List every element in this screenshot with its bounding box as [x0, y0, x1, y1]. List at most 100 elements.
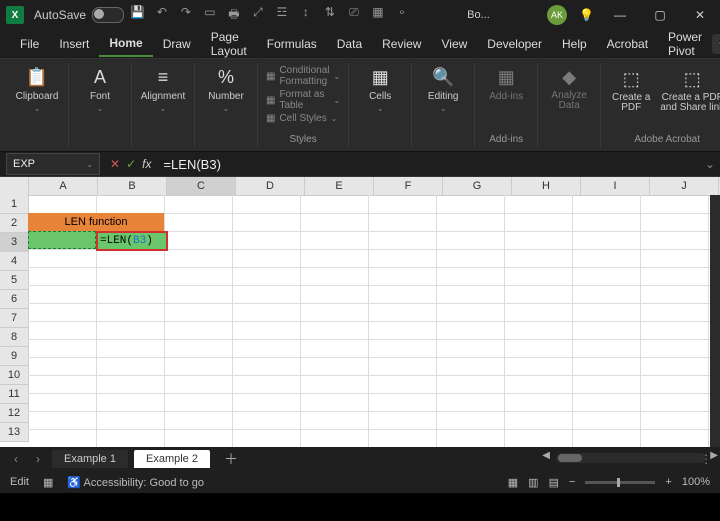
conditional-formatting-button[interactable]: ▦Conditional Formatting ⌄ — [266, 65, 340, 87]
tab-power-pivot[interactable]: Power Pivot — [658, 25, 712, 63]
tab-review[interactable]: Review — [372, 32, 431, 56]
col-header-D[interactable]: D — [236, 177, 305, 196]
row-header[interactable]: 8 — [0, 328, 29, 347]
page-layout-view-button[interactable]: ▥ — [528, 476, 538, 489]
tab-help[interactable]: Help — [552, 32, 597, 56]
close-button[interactable]: ✕ — [686, 5, 714, 25]
zoom-in-button[interactable]: + — [665, 476, 671, 488]
cell-grid[interactable]: LEN function =LEN(B3) — [28, 195, 720, 447]
tab-file[interactable]: File — [10, 32, 49, 56]
qat-icon[interactable]: ▭ — [202, 5, 218, 26]
qat-icon[interactable]: ⇅ — [322, 5, 338, 26]
expand-formula-bar-button[interactable]: ⌄ — [700, 157, 720, 171]
workbook-stats-icon[interactable]: ▦ — [43, 476, 53, 489]
tab-draw[interactable]: Draw — [153, 32, 201, 56]
tab-page-layout[interactable]: Page Layout — [201, 25, 257, 63]
row-header[interactable]: 10 — [0, 366, 29, 385]
fx-icon[interactable]: fx — [142, 157, 151, 171]
cell-b3[interactable] — [28, 231, 96, 249]
qat-icon[interactable]: ⤢ — [250, 5, 266, 26]
tab-home[interactable]: Home — [99, 31, 152, 57]
qat-icon[interactable]: ↕ — [298, 5, 314, 26]
cell-styles-button[interactable]: ▦Cell Styles ⌄ — [266, 113, 340, 124]
minimize-button[interactable]: ― — [606, 5, 634, 25]
page-break-view-button[interactable]: ▤ — [549, 476, 559, 489]
tab-acrobat[interactable]: Acrobat — [597, 32, 658, 56]
normal-view-button[interactable]: ▦ — [508, 476, 518, 489]
clipboard-button[interactable]: 📋 Clipboard ⌄ — [14, 65, 60, 113]
prev-sheet-button[interactable]: ‹ — [8, 452, 24, 466]
col-header-I[interactable]: I — [581, 177, 650, 196]
tab-developer[interactable]: Developer — [477, 32, 552, 56]
sheet-tab-example-2[interactable]: Example 2 — [134, 450, 210, 468]
alignment-button[interactable]: ≡ Alignment ⌄ — [140, 65, 186, 113]
analyze-data-button[interactable]: ◆ Analyze Data — [546, 65, 592, 111]
col-header-A[interactable]: A — [29, 177, 98, 196]
toggle-switch-icon[interactable] — [92, 7, 124, 23]
lightbulb-icon[interactable]: 💡 — [579, 8, 594, 22]
cancel-button[interactable]: ✕ — [110, 157, 120, 171]
comments-icon[interactable]: 💬 — [712, 34, 720, 54]
horizontal-scrollbar[interactable] — [556, 453, 706, 463]
format-as-table-button[interactable]: ▦Format as Table ⌄ — [266, 89, 340, 111]
spreadsheet[interactable]: A B C D E F G H I J 1 2 3 4 5 6 7 8 9 10… — [0, 177, 720, 447]
cell-b2-c2-merged[interactable]: LEN function — [28, 213, 164, 231]
zoom-slider[interactable] — [585, 481, 655, 484]
chevron-down-icon[interactable]: ⌄ — [86, 160, 93, 169]
col-header-G[interactable]: G — [443, 177, 512, 196]
tab-formulas[interactable]: Formulas — [257, 32, 327, 56]
undo-icon[interactable]: ↶ — [154, 5, 170, 26]
maximize-button[interactable]: ▢ — [646, 5, 674, 25]
row-header[interactable]: 13 — [0, 423, 29, 442]
enter-button[interactable]: ✓ — [126, 157, 136, 171]
col-header-F[interactable]: F — [374, 177, 443, 196]
row-header[interactable]: 5 — [0, 271, 29, 290]
sheet-tab-example-1[interactable]: Example 1 — [52, 450, 128, 468]
row-header[interactable]: 3 — [0, 233, 29, 252]
qat-icon[interactable]: 🖶 — [226, 5, 242, 26]
redo-icon[interactable]: ↷ — [178, 5, 194, 26]
qat-icon[interactable]: ☲ — [274, 5, 290, 26]
avatar[interactable]: AK — [547, 5, 567, 25]
select-all-button[interactable] — [0, 177, 29, 196]
col-header-C[interactable]: C — [167, 177, 236, 196]
tab-data[interactable]: Data — [327, 32, 372, 56]
qat-icon[interactable]: ⎚ — [346, 5, 362, 26]
row-header[interactable]: 6 — [0, 290, 29, 309]
vertical-scrollbar[interactable] — [710, 195, 720, 447]
row-header[interactable]: 9 — [0, 347, 29, 366]
cells-button[interactable]: ▦ Cells ⌄ — [357, 65, 403, 113]
add-sheet-button[interactable]: ＋ — [216, 449, 246, 469]
scroll-left-button[interactable]: ◀ — [542, 450, 550, 461]
save-icon[interactable]: 💾 — [130, 5, 146, 26]
tab-insert[interactable]: Insert — [49, 32, 99, 56]
next-sheet-button[interactable]: › — [30, 452, 46, 466]
number-button[interactable]: % Number ⌄ — [203, 65, 249, 113]
create-pdf-button[interactable]: ⬚ Create a PDF — [609, 67, 653, 113]
row-header[interactable]: 12 — [0, 404, 29, 423]
scroll-right-button[interactable]: ▶ — [710, 450, 718, 461]
row-header[interactable]: 2 — [0, 214, 29, 233]
share-pdf-button[interactable]: ⬚ Create a PDF and Share link — [659, 67, 720, 113]
name-box[interactable]: EXP ⌄ — [6, 153, 100, 175]
font-button[interactable]: A Font ⌄ — [77, 65, 123, 113]
row-header[interactable]: 1 — [0, 195, 29, 214]
autosave-toggle[interactable]: AutoSave Off — [34, 7, 116, 23]
col-header-B[interactable]: B — [98, 177, 167, 196]
zoom-level[interactable]: 100% — [682, 476, 710, 488]
addins-button[interactable]: ▦ Add-ins — [483, 65, 529, 102]
row-header[interactable]: 7 — [0, 309, 29, 328]
qat-icon[interactable]: ▦ — [370, 5, 386, 26]
row-header[interactable]: 11 — [0, 385, 29, 404]
row-header[interactable]: 4 — [0, 252, 29, 271]
col-header-J[interactable]: J — [650, 177, 719, 196]
accessibility-button[interactable]: ♿ Accessibility: Good to go — [67, 476, 204, 489]
qat-icon[interactable]: ∘ — [394, 5, 410, 26]
tab-view[interactable]: View — [431, 32, 477, 56]
editing-button[interactable]: 🔍 Editing ⌄ — [420, 65, 466, 113]
zoom-out-button[interactable]: − — [569, 476, 575, 488]
col-header-H[interactable]: H — [512, 177, 581, 196]
col-header-E[interactable]: E — [305, 177, 374, 196]
cell-c3-editing[interactable]: =LEN(B3) — [96, 231, 168, 251]
formula-input[interactable]: =LEN(B3) — [155, 157, 700, 172]
